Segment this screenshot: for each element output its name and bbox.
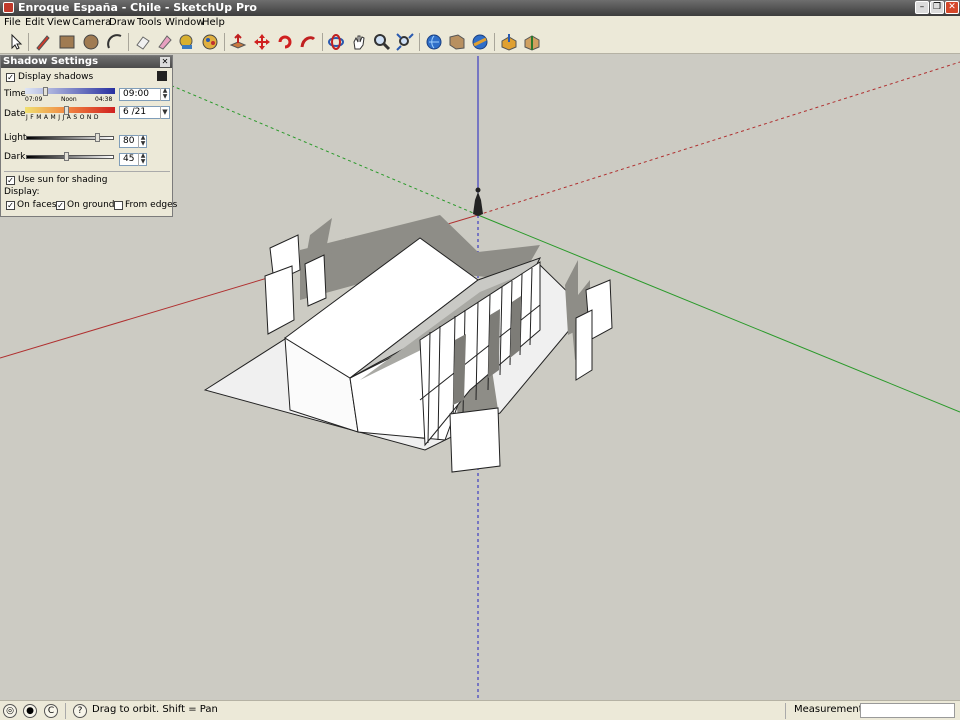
sketchup-app-icon [3, 2, 14, 13]
components-icon[interactable] [471, 33, 489, 51]
circle-icon[interactable] [82, 33, 100, 51]
measurements-label: Measurements [794, 704, 868, 715]
use-sun-checkbox[interactable]: ✓ [6, 176, 15, 185]
time-start: 07:09 [25, 96, 43, 103]
toolbar-separator [494, 33, 495, 51]
dark-slider-thumb[interactable] [64, 152, 69, 161]
on-ground-checkbox[interactable]: ✓ [56, 201, 65, 210]
dark-label: Dark [4, 152, 26, 162]
person-figure [473, 192, 483, 216]
toolbar-separator [128, 33, 129, 51]
green-axis-dotted-line [169, 84, 479, 216]
status-divider [785, 703, 786, 719]
panel-title: Shadow Settings [1, 56, 172, 68]
panel-divider [4, 171, 170, 172]
follow-me-icon[interactable] [299, 33, 317, 51]
zoom-icon[interactable] [373, 33, 391, 51]
geo-location-icon[interactable]: ◎ [3, 704, 17, 718]
panel-close-icon[interactable]: ✕ [160, 57, 170, 67]
on-faces-label: On faces [17, 200, 57, 210]
menu-help[interactable]: Help [202, 17, 225, 28]
window-title: Enroque España - Chile - SketchUp Pro [18, 1, 257, 14]
light-spinner-icon[interactable]: ▲ ▼ [138, 135, 147, 148]
light-slider-track[interactable] [26, 136, 114, 140]
eraser-icon[interactable] [134, 33, 152, 51]
select-icon[interactable] [6, 33, 24, 51]
menu-view[interactable]: View [47, 17, 71, 28]
status-message: Drag to orbit. Shift = Pan [92, 704, 218, 715]
toolbar-separator [322, 33, 323, 51]
dark-slider-track[interactable] [26, 155, 114, 159]
paint-bucket-icon[interactable] [156, 33, 174, 51]
paint-icon[interactable] [201, 33, 219, 51]
panel-wall [575, 309, 593, 381]
push-pull-icon[interactable] [229, 33, 247, 51]
menu-window[interactable]: Window [165, 17, 204, 28]
tape-measure-icon[interactable] [178, 33, 196, 51]
status-divider [65, 703, 66, 719]
on-faces-checkbox[interactable]: ✓ [6, 201, 15, 210]
zoom-extents-icon[interactable] [396, 33, 414, 51]
toolbar-separator [224, 33, 225, 51]
light-slider-thumb[interactable] [95, 133, 100, 142]
dark-spinner-icon[interactable]: ▲ ▼ [138, 153, 147, 166]
date-dropdown-icon[interactable]: ▼ [160, 106, 169, 119]
section-icon[interactable] [500, 33, 518, 51]
toolbar-separator [419, 33, 420, 51]
menu-draw[interactable]: Draw [109, 17, 135, 28]
date-months: J F M A M J J A S O N D [26, 114, 99, 121]
maximize-button[interactable]: ❐ [930, 1, 944, 14]
red-axis-dotted-line [477, 61, 960, 216]
toolbar-separator [28, 33, 29, 51]
pan-icon[interactable] [350, 33, 368, 51]
menu-edit[interactable]: Edit [25, 17, 44, 28]
get-models-icon[interactable] [425, 33, 443, 51]
from-edges-checkbox[interactable] [114, 201, 123, 210]
close-button[interactable]: ✕ [945, 1, 959, 14]
move-icon[interactable] [253, 33, 271, 51]
time-slider-track[interactable] [25, 88, 115, 94]
title-bar: Enroque España - Chile - SketchUp Pro – … [0, 0, 960, 16]
pencil-icon[interactable] [34, 33, 52, 51]
main-toolbar [0, 30, 960, 54]
on-ground-label: On ground [67, 200, 115, 210]
time-slider-thumb[interactable] [43, 87, 48, 96]
person-head [475, 187, 481, 193]
panel-wall [264, 265, 295, 335]
materials-icon[interactable] [523, 33, 541, 51]
credits-icon[interactable]: ● [23, 704, 37, 718]
time-label: Time [4, 89, 27, 99]
menu-tools[interactable]: Tools [137, 17, 162, 28]
panel-wall [304, 254, 327, 307]
use-sun-label: Use sun for shading [18, 175, 108, 185]
shadow-settings-panel: Shadow Settings ✕ ✓ Display shadows Time… [0, 55, 177, 217]
date-label: Date [4, 109, 26, 119]
time-spinner-icon[interactable]: ▲ ▼ [160, 88, 169, 101]
display-label: Display: [4, 187, 40, 197]
display-shadows-label: Display shadows [18, 72, 94, 82]
rectangle-icon[interactable] [58, 33, 76, 51]
time-noon: Noon [61, 96, 77, 103]
display-shadows-checkbox[interactable]: ✓ [6, 73, 15, 82]
arc-icon[interactable] [106, 33, 124, 51]
menu-camera[interactable]: Camera [72, 17, 111, 28]
user-icon[interactable]: C [44, 704, 58, 718]
from-edges-label: From edges [125, 200, 178, 210]
menu-file[interactable]: File [4, 17, 21, 28]
time-end: 04:38 [95, 96, 113, 103]
rotate-icon[interactable] [276, 33, 294, 51]
orbit-icon[interactable] [327, 33, 345, 51]
measurements-input[interactable] [860, 703, 955, 718]
light-label: Light [4, 133, 27, 143]
share-model-icon[interactable] [448, 33, 466, 51]
status-bar: ◎ ● C ? Drag to orbit. Shift = Pan Measu… [0, 700, 960, 720]
panel-collapse-icon[interactable] [157, 71, 167, 81]
minimize-button[interactable]: – [915, 1, 929, 14]
help-icon[interactable]: ? [73, 704, 87, 718]
panel-wall [449, 407, 501, 473]
date-slider-track[interactable] [25, 107, 115, 113]
menu-bar: File Edit View Camera Draw Tools Window … [0, 16, 960, 30]
